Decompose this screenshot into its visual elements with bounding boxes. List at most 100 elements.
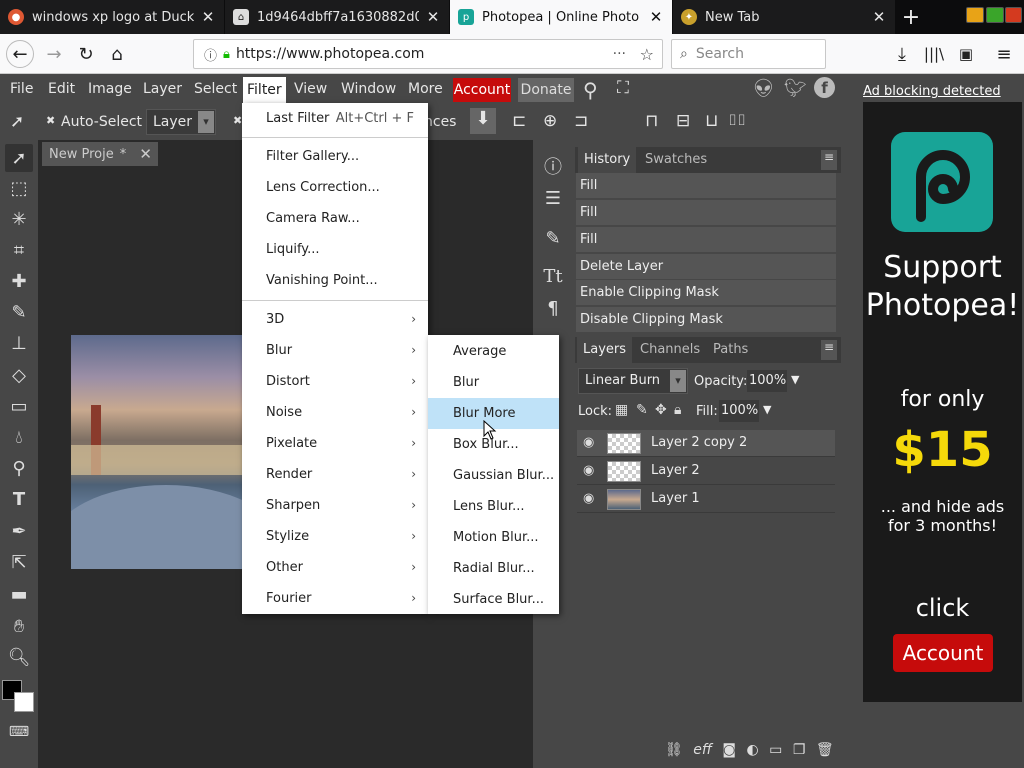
effects-icon[interactable]: eff <box>693 742 712 758</box>
history-item[interactable]: Fill <box>576 227 836 253</box>
eraser-tool-icon[interactable]: ◇ <box>5 361 33 389</box>
character-icon[interactable]: Tt <box>539 262 567 290</box>
text-tool-icon[interactable]: T <box>5 485 33 513</box>
maximize-button[interactable] <box>986 7 1004 23</box>
adjustments-icon[interactable]: ☰ <box>539 184 567 212</box>
lock-transparency-icon[interactable]: ▦ <box>615 402 628 418</box>
menu-file[interactable]: File <box>10 81 33 97</box>
layer-row[interactable]: ◉ Layer 1 <box>577 486 835 513</box>
menu-item[interactable]: Gaussian Blur... <box>428 460 559 491</box>
link-icon[interactable]: ⛓ <box>665 742 683 758</box>
hand-tool-icon[interactable]: ✋︎ <box>5 612 33 640</box>
browser-tab-photopea[interactable]: p Photopea | Online Photo Edit ✕ <box>450 0 672 34</box>
lock-move-icon[interactable]: ✥ <box>655 402 667 418</box>
new-tab-button[interactable]: + <box>896 0 926 34</box>
close-icon[interactable]: ✕ <box>871 8 887 26</box>
menu-item-other[interactable]: Other › <box>242 552 428 583</box>
info-icon[interactable]: ⓘ <box>204 45 217 64</box>
menu-filter[interactable]: Filter <box>243 77 286 103</box>
panel-menu-icon[interactable]: ≡ <box>821 340 837 360</box>
layer-row[interactable]: ◉ Layer 2 copy 2 <box>577 430 835 457</box>
magic-wand-icon[interactable]: ✳ <box>5 205 33 233</box>
align-bottom-icon[interactable]: ⊔ <box>705 111 718 131</box>
move-tool-icon[interactable]: ➚ <box>5 144 33 172</box>
menu-item[interactable]: Filter Gallery... <box>242 141 428 172</box>
zoom-tool-icon[interactable]: 🔍︎ <box>5 643 33 671</box>
fill-input[interactable]: 100% <box>719 400 759 422</box>
search-input[interactable]: ⌕ Search <box>671 39 826 69</box>
menu-item[interactable]: Liquify... <box>242 234 428 265</box>
background-color-swatch[interactable] <box>14 692 34 712</box>
brush-tool-icon[interactable]: ✎ <box>5 298 33 326</box>
tab-history[interactable]: History <box>578 147 637 173</box>
close-window-button[interactable] <box>1005 7 1022 23</box>
keyboard-icon[interactable]: ⌨ <box>5 718 33 746</box>
align-left-icon[interactable]: ⊏ <box>512 111 526 131</box>
download-icon[interactable]: ⤓ <box>888 40 916 68</box>
lock-all-icon[interactable]: 🔒︎ <box>674 402 681 418</box>
history-item[interactable]: Disable Clipping Mask <box>576 307 836 333</box>
chevron-down-icon[interactable]: ▼ <box>791 373 799 386</box>
sidebar-icon[interactable]: ▣ <box>952 40 980 68</box>
canvas-image[interactable] <box>71 335 243 569</box>
home-button[interactable]: ⌂ <box>103 40 131 68</box>
checkbox-icon[interactable]: ✖ <box>233 114 242 127</box>
eye-icon[interactable]: ◉ <box>583 435 594 450</box>
twitter-icon[interactable]: 🐦︎ <box>784 78 807 99</box>
close-icon[interactable]: ✕ <box>139 145 152 163</box>
menu-item[interactable]: Lens Blur... <box>428 491 559 522</box>
menu-item[interactable]: Camera Raw... <box>242 203 428 234</box>
menu-window[interactable]: Window <box>341 81 396 97</box>
dodge-tool-icon[interactable]: ⚲ <box>5 454 33 482</box>
gradient-tool-icon[interactable]: ▭ <box>5 392 33 420</box>
new-layer-icon[interactable]: ❐ <box>793 742 806 758</box>
menu-item[interactable]: Average <box>428 336 559 367</box>
panel-menu-icon[interactable]: ≡ <box>821 150 837 170</box>
menu-item-noise[interactable]: Noise › <box>242 397 428 428</box>
menu-select[interactable]: Select <box>194 81 237 97</box>
browser-tab-duckduckgo[interactable]: ● windows xp logo at DuckDuc ✕ <box>0 0 224 34</box>
minimize-button[interactable] <box>966 7 984 23</box>
menu-item-3d[interactable]: 3D › <box>242 304 428 335</box>
stamp-tool-icon[interactable]: ⊥ <box>5 329 33 357</box>
distances-label[interactable]: nces <box>424 114 456 130</box>
forward-button[interactable]: → <box>40 40 68 68</box>
search-icon[interactable]: ⚲ <box>583 78 598 102</box>
back-button[interactable]: ← <box>6 40 34 68</box>
menu-item-render[interactable]: Render › <box>242 459 428 490</box>
menu-item-stylize[interactable]: Stylize › <box>242 521 428 552</box>
align-center-icon[interactable]: ⊕ <box>543 111 557 131</box>
align-right-icon[interactable]: ⊐ <box>574 111 588 131</box>
close-icon[interactable]: ✕ <box>425 8 441 26</box>
menu-item-last-filter[interactable]: Last Filter Alt+Ctrl + F <box>242 103 428 134</box>
eye-icon[interactable]: ◉ <box>583 491 594 506</box>
menu-item[interactable]: Surface Blur... <box>428 584 559 615</box>
chevron-down-icon[interactable]: ▼ <box>763 403 771 416</box>
info-icon[interactable]: ⓘ <box>539 152 567 180</box>
ad-banner[interactable]: Support Photopea! for only $15 ... and h… <box>863 102 1022 702</box>
menu-edit[interactable]: Edit <box>48 81 75 97</box>
tab-paths[interactable]: Paths <box>713 342 748 357</box>
close-icon[interactable]: ✕ <box>200 8 216 26</box>
tab-layers[interactable]: Layers <box>577 337 633 363</box>
reload-button[interactable]: ↻ <box>72 40 100 68</box>
tab-channels[interactable]: Channels <box>640 342 700 357</box>
browser-tab-image[interactable]: ⌂ 1d9464dbff7a1630882d0e20 ✕ <box>225 0 449 34</box>
menu-item-distort[interactable]: Distort › <box>242 366 428 397</box>
fullscreen-icon[interactable]: ⛶ <box>617 78 629 98</box>
page-actions-icon[interactable]: ··· <box>613 46 626 62</box>
distribute-icon[interactable]: ⌷⌷ <box>728 111 746 129</box>
mask-icon[interactable]: ◙ <box>722 742 736 758</box>
document-tab[interactable]: New Proje * ✕ <box>42 142 158 166</box>
reddit-icon[interactable]: 👽︎ <box>752 78 775 99</box>
menu-item-blur[interactable]: Blur › <box>242 335 428 366</box>
menu-more[interactable]: More <box>408 81 443 97</box>
brush-icon[interactable]: ✎ <box>539 224 567 252</box>
healing-brush-icon[interactable]: ✚ <box>5 267 33 295</box>
url-bar[interactable]: ⓘ 🔒︎ https://www.photopea.com ··· ☆ <box>193 39 663 69</box>
pen-tool-icon[interactable]: ✒ <box>5 517 33 545</box>
ad-blocking-link[interactable]: Ad blocking detected <box>863 84 1001 99</box>
history-item[interactable]: Delete Layer <box>576 254 836 280</box>
close-icon[interactable]: ✕ <box>648 8 664 26</box>
bookmark-star-icon[interactable]: ☆ <box>640 45 654 64</box>
